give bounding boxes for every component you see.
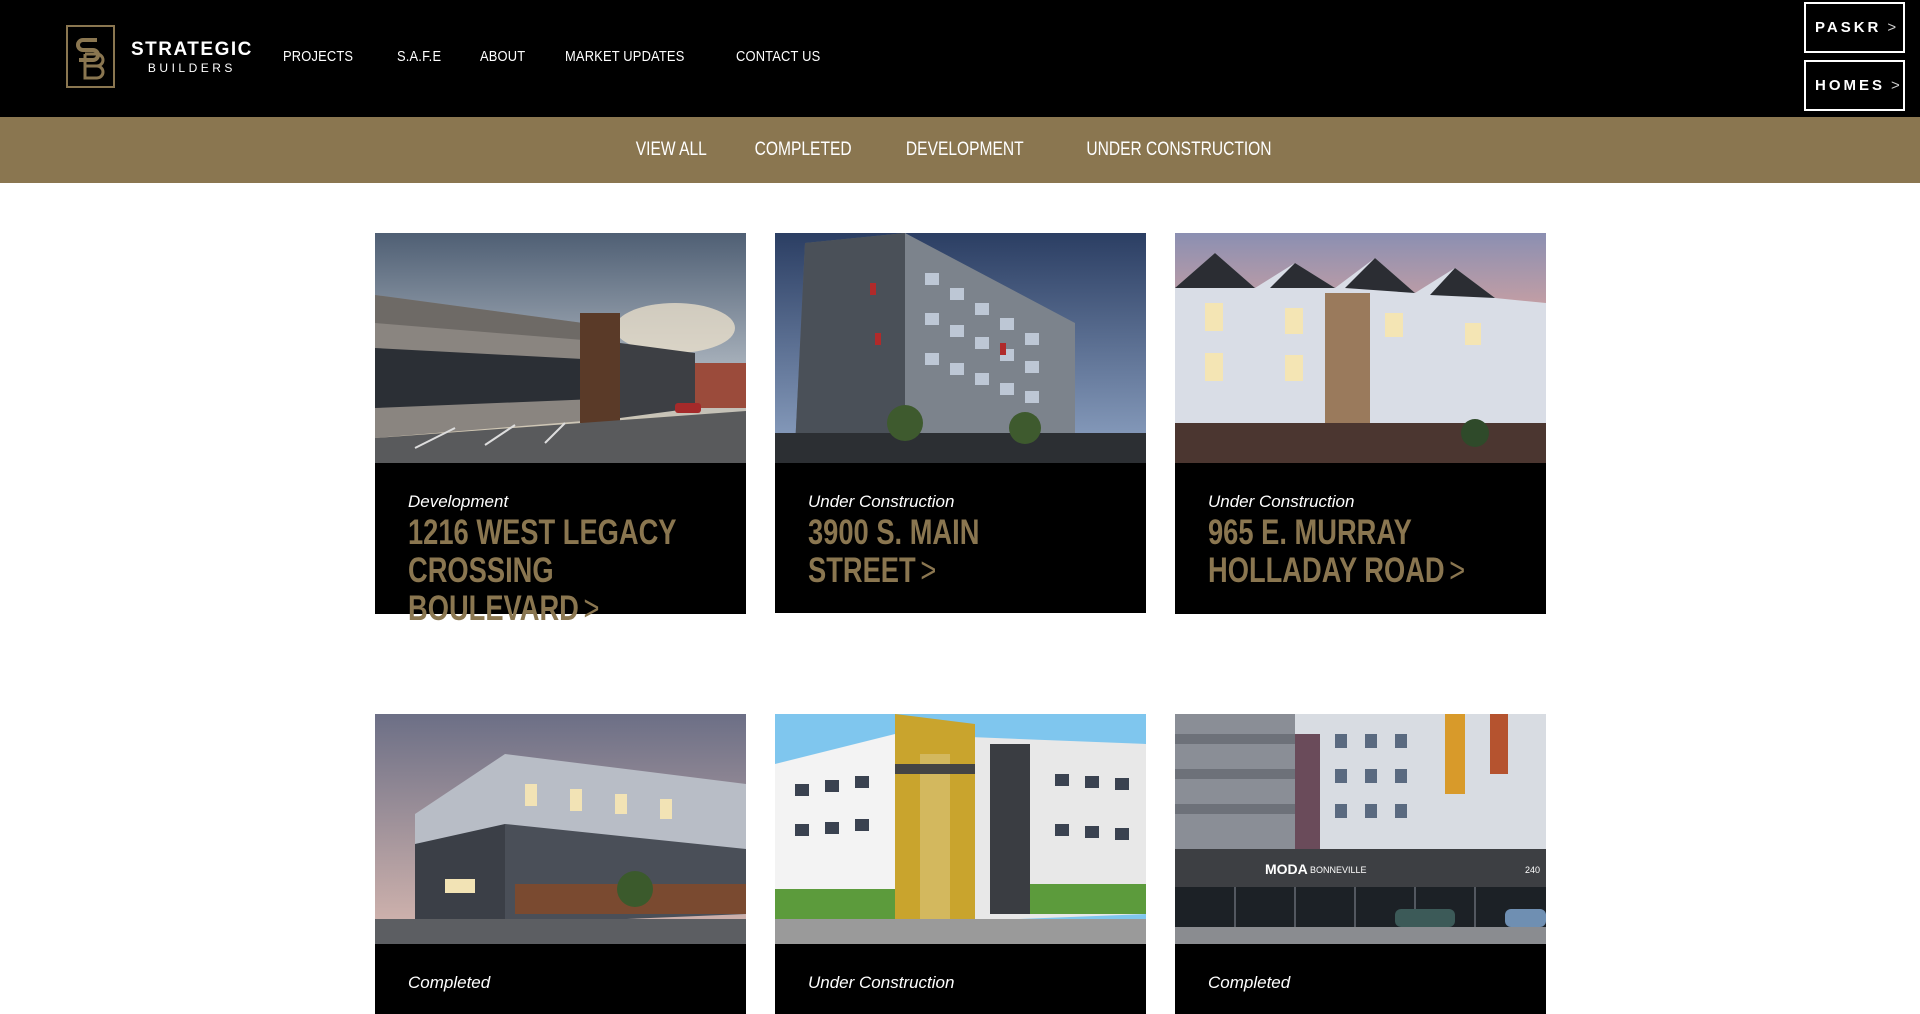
chevron-right-icon: > xyxy=(1891,77,1900,94)
project-card[interactable]: Under Construction 965 E. MURRAY HOLLADA… xyxy=(1175,233,1546,614)
project-title: 3900 S. MAIN STREET xyxy=(808,513,980,590)
logo[interactable]: STRATEGIC BUILDERS xyxy=(66,25,253,88)
project-image[interactable] xyxy=(775,714,1146,944)
filter-under-construction[interactable]: UNDER CONSTRUCTION xyxy=(1087,139,1272,161)
main-nav: PROJECTS S.A.F.E ABOUT MARKET UPDATES CO… xyxy=(283,0,866,112)
nav-about[interactable]: ABOUT xyxy=(480,48,525,65)
bonneville-sign-text: BONNEVILLE xyxy=(1310,865,1367,875)
project-image[interactable] xyxy=(775,233,1146,463)
project-title-link[interactable]: 965 E. MURRAY HOLLADAY ROAD > xyxy=(1208,514,1512,590)
homes-label: HOMES xyxy=(1815,77,1886,94)
nav-safe[interactable]: S.A.F.E xyxy=(397,48,441,65)
filter-completed[interactable]: COMPLETED xyxy=(755,139,852,161)
moda-sign-text: MODA xyxy=(1265,861,1308,877)
filter-view-all[interactable]: VIEW ALL xyxy=(636,139,707,161)
project-card[interactable]: Completed xyxy=(375,714,746,1014)
logo-wordmark: STRATEGIC BUILDERS xyxy=(131,40,253,74)
project-status: Completed xyxy=(1208,973,1291,992)
chevron-right-icon: > xyxy=(583,589,600,628)
chevron-right-icon: > xyxy=(1449,551,1466,590)
chevron-right-icon: > xyxy=(920,551,937,590)
project-image[interactable]: MODA BONNEVILLE 240 xyxy=(1175,714,1546,944)
project-status: Under Construction xyxy=(808,492,955,511)
project-status: Completed xyxy=(408,973,491,992)
project-image[interactable] xyxy=(375,714,746,944)
logo-line-strategic: STRATEGIC xyxy=(131,38,253,60)
chevron-right-icon: > xyxy=(1887,19,1897,36)
project-image[interactable] xyxy=(375,233,746,463)
paskr-label: PASKR xyxy=(1815,19,1882,36)
nav-market-updates[interactable]: MARKET UPDATES xyxy=(565,48,684,65)
site-header: STRATEGIC BUILDERS PROJECTS S.A.F.E ABOU… xyxy=(0,0,1920,117)
project-card[interactable]: Under Construction xyxy=(775,714,1146,1014)
project-title-link[interactable]: 3900 S. MAIN STREET > xyxy=(808,514,1112,590)
project-filter-bar: VIEW ALL COMPLETED DEVELOPMENT UNDER CON… xyxy=(0,117,1920,183)
project-card[interactable]: Under Construction 3900 S. MAIN STREET > xyxy=(775,233,1146,613)
project-status: Under Construction xyxy=(1208,492,1355,511)
project-card[interactable]: MODA BONNEVILLE 240 Completed xyxy=(1175,714,1546,1014)
homes-button[interactable]: HOMES > xyxy=(1804,60,1905,111)
paskr-button[interactable]: PASKR > xyxy=(1804,2,1905,53)
project-status: Under Construction xyxy=(808,973,955,992)
project-image[interactable] xyxy=(1175,233,1546,463)
project-title: 965 E. MURRAY HOLLADAY ROAD xyxy=(1208,513,1445,590)
project-title-link[interactable]: 1216 WEST LEGACY CROSSING BOULEVARD > xyxy=(408,514,712,628)
logo-line-builders: BUILDERS xyxy=(147,60,236,75)
nav-projects[interactable]: PROJECTS xyxy=(283,48,353,65)
nav-contact-us[interactable]: CONTACT US xyxy=(736,48,820,65)
project-card[interactable]: Development 1216 WEST LEGACY CROSSING BO… xyxy=(375,233,746,628)
logo-mark-icon xyxy=(66,25,115,88)
project-status: Development xyxy=(408,492,509,511)
filter-development[interactable]: DEVELOPMENT xyxy=(906,139,1024,161)
project-title: 1216 WEST LEGACY CROSSING BOULEVARD xyxy=(408,513,677,628)
building-number-text: 240 xyxy=(1525,865,1540,875)
